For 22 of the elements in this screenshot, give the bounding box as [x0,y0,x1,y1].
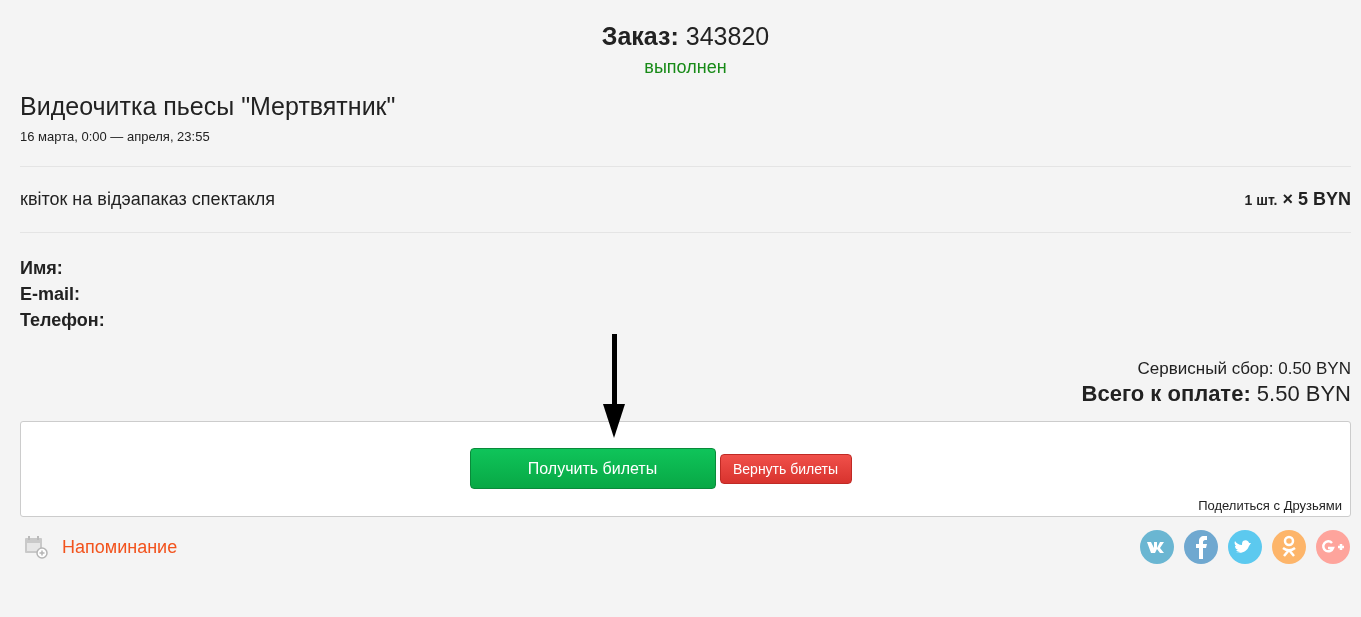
field-label: Телефон: [20,309,106,332]
share-icon[interactable] [1139,529,1175,565]
action-button[interactable]: Вернуть билеты [719,453,852,484]
reminder-link[interactable]: Напоминание [62,536,178,558]
event-title: Видеочитка пьесы "Мертвятник" [20,92,397,121]
event-dates: 16 марта, 0:00 — апреля, 23:55 [20,129,211,144]
share-icon[interactable] [1227,529,1263,565]
order-title: Заказ: 343820 [601,22,770,50]
calendar-icon [24,535,48,559]
total-amount: Всего к оплате: 5.50 BYN [1080,381,1351,407]
ticket-quantity: 1 шт. [1244,192,1278,208]
share-icon[interactable] [1183,529,1219,565]
share-icon[interactable] [1271,529,1307,565]
order-status: выполнен [644,57,727,77]
field-label: E-mail: [20,283,81,306]
ticket-price: × 5 BYN [1282,189,1351,209]
share-icon[interactable] [1315,529,1351,565]
ticket-name: квіток на відэапаказ спектакля [20,189,276,210]
field-label: Имя: [20,257,64,280]
service-fee: Сервисный сбор: 0.50 BYN [1136,359,1351,379]
action-button[interactable]: Получить билеты [469,448,716,489]
share-label: Поделиться с Друзьями [1198,498,1342,513]
